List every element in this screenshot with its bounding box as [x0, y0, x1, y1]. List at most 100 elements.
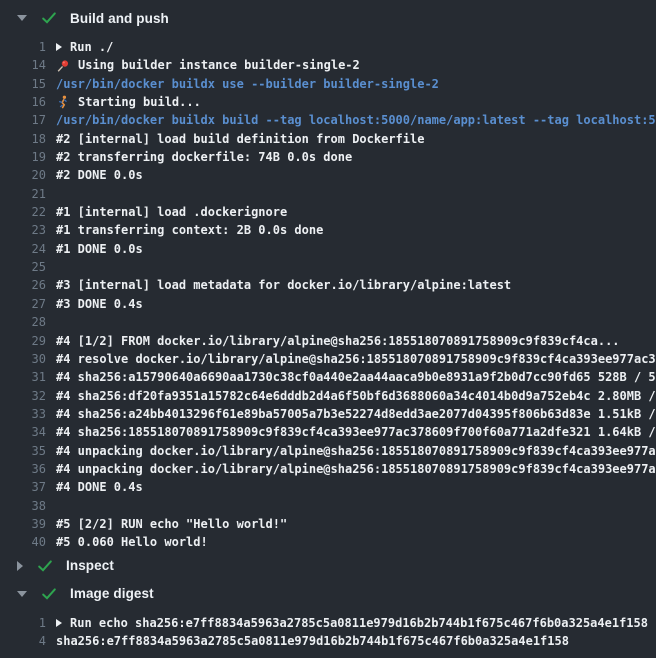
line-number[interactable]: 39 — [0, 515, 46, 533]
line-text-content: Starting build... — [78, 93, 201, 111]
log-line: 38 — [0, 497, 656, 515]
log-line: 26 #3 [internal] load metadata for docker… — [0, 276, 656, 294]
line-text: #1 DONE 0.0s — [56, 240, 143, 258]
line-number[interactable]: 40 — [0, 533, 46, 551]
line-text-content: #1 transferring context: 2B 0.0s done — [56, 221, 323, 239]
log-line: 36 #4 unpacking docker.io/library/alpine@… — [0, 460, 656, 478]
log-line: 32 #4 sha256:df20fa9351a15782c64e6dddb2d4… — [0, 387, 656, 405]
play-icon — [56, 619, 62, 627]
line-text-content: Using builder instance builder-single-2 — [78, 56, 360, 74]
line-text: #5 [2/2] RUN echo "Hello world!" — [56, 515, 287, 533]
line-number[interactable]: 25 — [0, 258, 46, 276]
chevron-down-icon — [17, 15, 27, 21]
line-text: #4 unpacking docker.io/library/alpine@sh… — [56, 460, 656, 478]
line-text: #4 sha256:a15790640a6690aa1730c38cf0a440… — [56, 368, 656, 386]
log-line: 4 sha256:e7ff8834a5963a2785c5a0811e979d16… — [0, 632, 656, 650]
line-text: #4 resolve docker.io/library/alpine@sha2… — [56, 350, 656, 368]
section-header-inspect[interactable]: Inspect — [0, 554, 656, 578]
line-text: /usr/bin/docker buildx use --builder bui… — [56, 75, 439, 93]
chevron-down-icon — [17, 591, 27, 597]
line-number[interactable]: 22 — [0, 203, 46, 221]
log-line: 1Run ./ — [0, 38, 656, 56]
line-number[interactable]: 23 — [0, 221, 46, 239]
line-text: #1 [internal] load .dockerignore — [56, 203, 287, 221]
line-number[interactable]: 20 — [0, 166, 46, 184]
runner-icon — [56, 95, 70, 109]
section-label: Image digest — [70, 586, 154, 601]
log-line: 18 #2 [internal] load build definition fr… — [0, 130, 656, 148]
line-number[interactable]: 1 — [0, 614, 46, 632]
section-header-image-digest[interactable]: Image digest — [0, 582, 656, 606]
line-number[interactable]: 15 — [0, 75, 46, 93]
play-icon — [56, 43, 62, 51]
line-text: Starting build... — [56, 93, 201, 111]
log-line: 35 #4 unpacking docker.io/library/alpine@… — [0, 442, 656, 460]
actions-log-panel: Build and push1Run ./14Using builder ins… — [0, 0, 656, 658]
log-lines-image-digest: 1 Run echo sha256:e7ff8834a5963a2785c5a08… — [0, 606, 656, 651]
chevron-right-icon — [17, 561, 23, 571]
line-number[interactable]: 14 — [0, 56, 46, 74]
line-number[interactable]: 18 — [0, 130, 46, 148]
line-text-content: /usr/bin/docker buildx use --builder bui… — [56, 75, 439, 93]
line-text: #4 sha256:185518070891758909c9f839cf4ca3… — [56, 423, 656, 441]
line-number[interactable]: 38 — [0, 497, 46, 515]
line-text-content: #4 resolve docker.io/library/alpine@sha2… — [56, 350, 656, 368]
log-line: 27 #3 DONE 0.4s — [0, 295, 656, 313]
line-text-content: /usr/bin/docker buildx build --tag local… — [56, 111, 656, 129]
line-number[interactable]: 1 — [0, 38, 46, 56]
line-text-content: #2 DONE 0.0s — [56, 166, 143, 184]
line-text: #2 [internal] load build definition from… — [56, 130, 424, 148]
line-number[interactable]: 24 — [0, 240, 46, 258]
line-number[interactable]: 27 — [0, 295, 46, 313]
line-number[interactable]: 26 — [0, 276, 46, 294]
log-line: 29#4 [1/2] FROM docker.io/library/alpine… — [0, 332, 656, 350]
line-number[interactable]: 35 — [0, 442, 46, 460]
line-number[interactable]: 28 — [0, 313, 46, 331]
line-number[interactable]: 34 — [0, 423, 46, 441]
line-text-content: Run echo sha256:e7ff8834a5963a2785c5a081… — [70, 614, 648, 632]
line-number[interactable]: 31 — [0, 368, 46, 386]
line-text: sha256:e7ff8834a5963a2785c5a0811e979d16b… — [56, 632, 569, 650]
line-number[interactable]: 37 — [0, 478, 46, 496]
log-line: 25 — [0, 258, 656, 276]
line-number[interactable]: 17 — [0, 111, 46, 129]
line-text-content: #4 unpacking docker.io/library/alpine@sh… — [56, 460, 656, 478]
line-text: #4 DONE 0.4s — [56, 478, 143, 496]
line-number[interactable]: 19 — [0, 148, 46, 166]
line-text: #4 sha256:df20fa9351a15782c64e6dddb2d4a6… — [56, 387, 656, 405]
success-check-icon — [37, 558, 53, 574]
line-number[interactable]: 30 — [0, 350, 46, 368]
log-line: 20 #2 DONE 0.0s — [0, 166, 656, 184]
log-line: 1 Run echo sha256:e7ff8834a5963a2785c5a08… — [0, 614, 656, 632]
line-number[interactable]: 33 — [0, 405, 46, 423]
log-line: 28 — [0, 313, 656, 331]
log-line: 14 Using builder instance builder-single-… — [0, 56, 656, 74]
line-text-content: #4 sha256:a24bb4013296f61e89ba57005a7b3e… — [56, 405, 656, 423]
line-text-content: #3 DONE 0.4s — [56, 295, 143, 313]
log-line: 17/usr/bin/docker buildx build --tag loc… — [0, 111, 656, 129]
line-text-content: #1 DONE 0.0s — [56, 240, 143, 258]
line-number[interactable]: 4 — [0, 632, 46, 650]
line-number[interactable]: 29 — [0, 332, 46, 350]
section-header-build-and-push[interactable]: Build and push — [0, 6, 656, 30]
line-text: #5 0.060 Hello world! — [56, 533, 208, 551]
log-line: 23 #1 transferring context: 2B 0.0s done — [0, 221, 656, 239]
section-label: Build and push — [70, 11, 169, 26]
log-line: 19 #2 transferring dockerfile: 74B 0.0s d… — [0, 148, 656, 166]
line-text-content: #4 sha256:185518070891758909c9f839cf4ca3… — [56, 423, 656, 441]
line-text-content: #2 [internal] load build definition from… — [56, 130, 424, 148]
line-text: Using builder instance builder-single-2 — [56, 56, 360, 74]
line-text: #2 DONE 0.0s — [56, 166, 143, 184]
line-number[interactable]: 16 — [0, 93, 46, 111]
line-number[interactable]: 21 — [0, 185, 46, 203]
line-text-content: #4 unpacking docker.io/library/alpine@sh… — [56, 442, 656, 460]
line-text-content: #3 [internal] load metadata for docker.i… — [56, 276, 511, 294]
line-number[interactable]: 36 — [0, 460, 46, 478]
log-line: 21 — [0, 185, 656, 203]
success-check-icon — [41, 586, 57, 602]
log-line: 33 #4 sha256:a24bb4013296f61e89ba57005a7b… — [0, 405, 656, 423]
line-text-content: #4 DONE 0.4s — [56, 478, 143, 496]
line-number[interactable]: 32 — [0, 387, 46, 405]
line-text: #2 transferring dockerfile: 74B 0.0s don… — [56, 148, 352, 166]
line-text-content: #4 sha256:a15790640a6690aa1730c38cf0a440… — [56, 368, 656, 386]
